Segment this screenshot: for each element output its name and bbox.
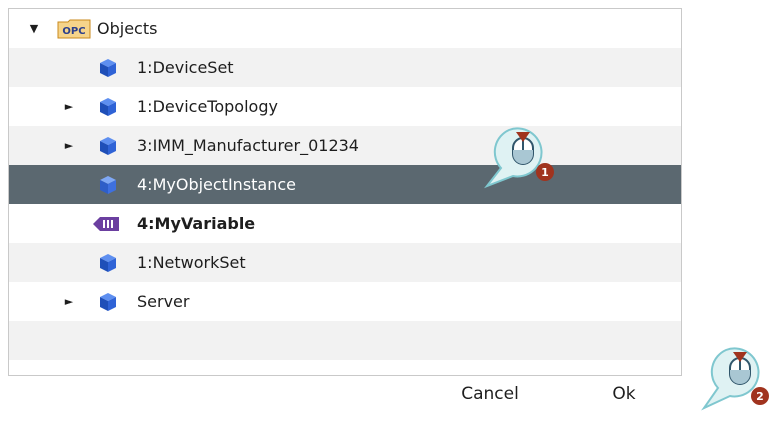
tree-row-empty	[9, 321, 681, 360]
expand-arrow-icon[interactable]: ►	[62, 126, 76, 165]
tree-label: 1:NetworkSet	[137, 253, 246, 272]
tree-label: Server	[137, 292, 190, 311]
collapse-arrow-icon[interactable]: ▼	[27, 9, 41, 48]
tree-row-myobjectinstance[interactable]: 4:MyObjectInstance	[9, 165, 681, 204]
opc-icon-text: OPC	[62, 26, 85, 37]
click-callout-2: 2	[700, 344, 770, 412]
tree-row-deviceset[interactable]: 1:DeviceSet	[9, 48, 681, 87]
tree-label: 1:DeviceTopology	[137, 97, 278, 116]
tree-label: 3:IMM_Manufacturer_01234	[137, 136, 359, 155]
variable-tag-icon	[91, 204, 121, 243]
tree-label-objects: Objects	[97, 19, 158, 38]
tree-row-myvariable[interactable]: 4:MyVariable	[9, 204, 681, 243]
tree-row-devicetopology[interactable]: ► 1:DeviceTopology	[9, 87, 681, 126]
click-callout-1: 1	[483, 124, 563, 190]
tree-label: 4:MyObjectInstance	[137, 175, 297, 194]
object-cube-icon	[97, 165, 119, 204]
object-cube-icon	[97, 243, 119, 282]
expand-arrow-icon[interactable]: ►	[62, 282, 76, 321]
address-space-tree[interactable]: ▼ OPC Objects 1:DeviceSet ► 1:DeviceTopo…	[8, 8, 682, 376]
tree-label: 1:DeviceSet	[137, 58, 234, 77]
tree-row-server[interactable]: ► Server	[9, 282, 681, 321]
expand-arrow-icon[interactable]: ►	[62, 87, 76, 126]
tree-label: 4:MyVariable	[137, 214, 256, 233]
cancel-button[interactable]: Cancel	[446, 378, 534, 410]
step-badge-2: 2	[756, 390, 764, 403]
tree-row-imm-manufacturer[interactable]: ► 3:IMM_Manufacturer_01234	[9, 126, 681, 165]
object-cube-icon	[97, 126, 119, 165]
ok-button[interactable]: Ok	[594, 378, 654, 410]
tree-row-objects[interactable]: ▼ OPC Objects	[9, 9, 681, 48]
object-cube-icon	[97, 48, 119, 87]
object-cube-icon	[97, 282, 119, 321]
step-badge-1: 1	[541, 166, 549, 179]
object-cube-icon	[97, 87, 119, 126]
opc-folder-icon: OPC	[57, 9, 91, 48]
tree-row-networkset[interactable]: 1:NetworkSet	[9, 243, 681, 282]
